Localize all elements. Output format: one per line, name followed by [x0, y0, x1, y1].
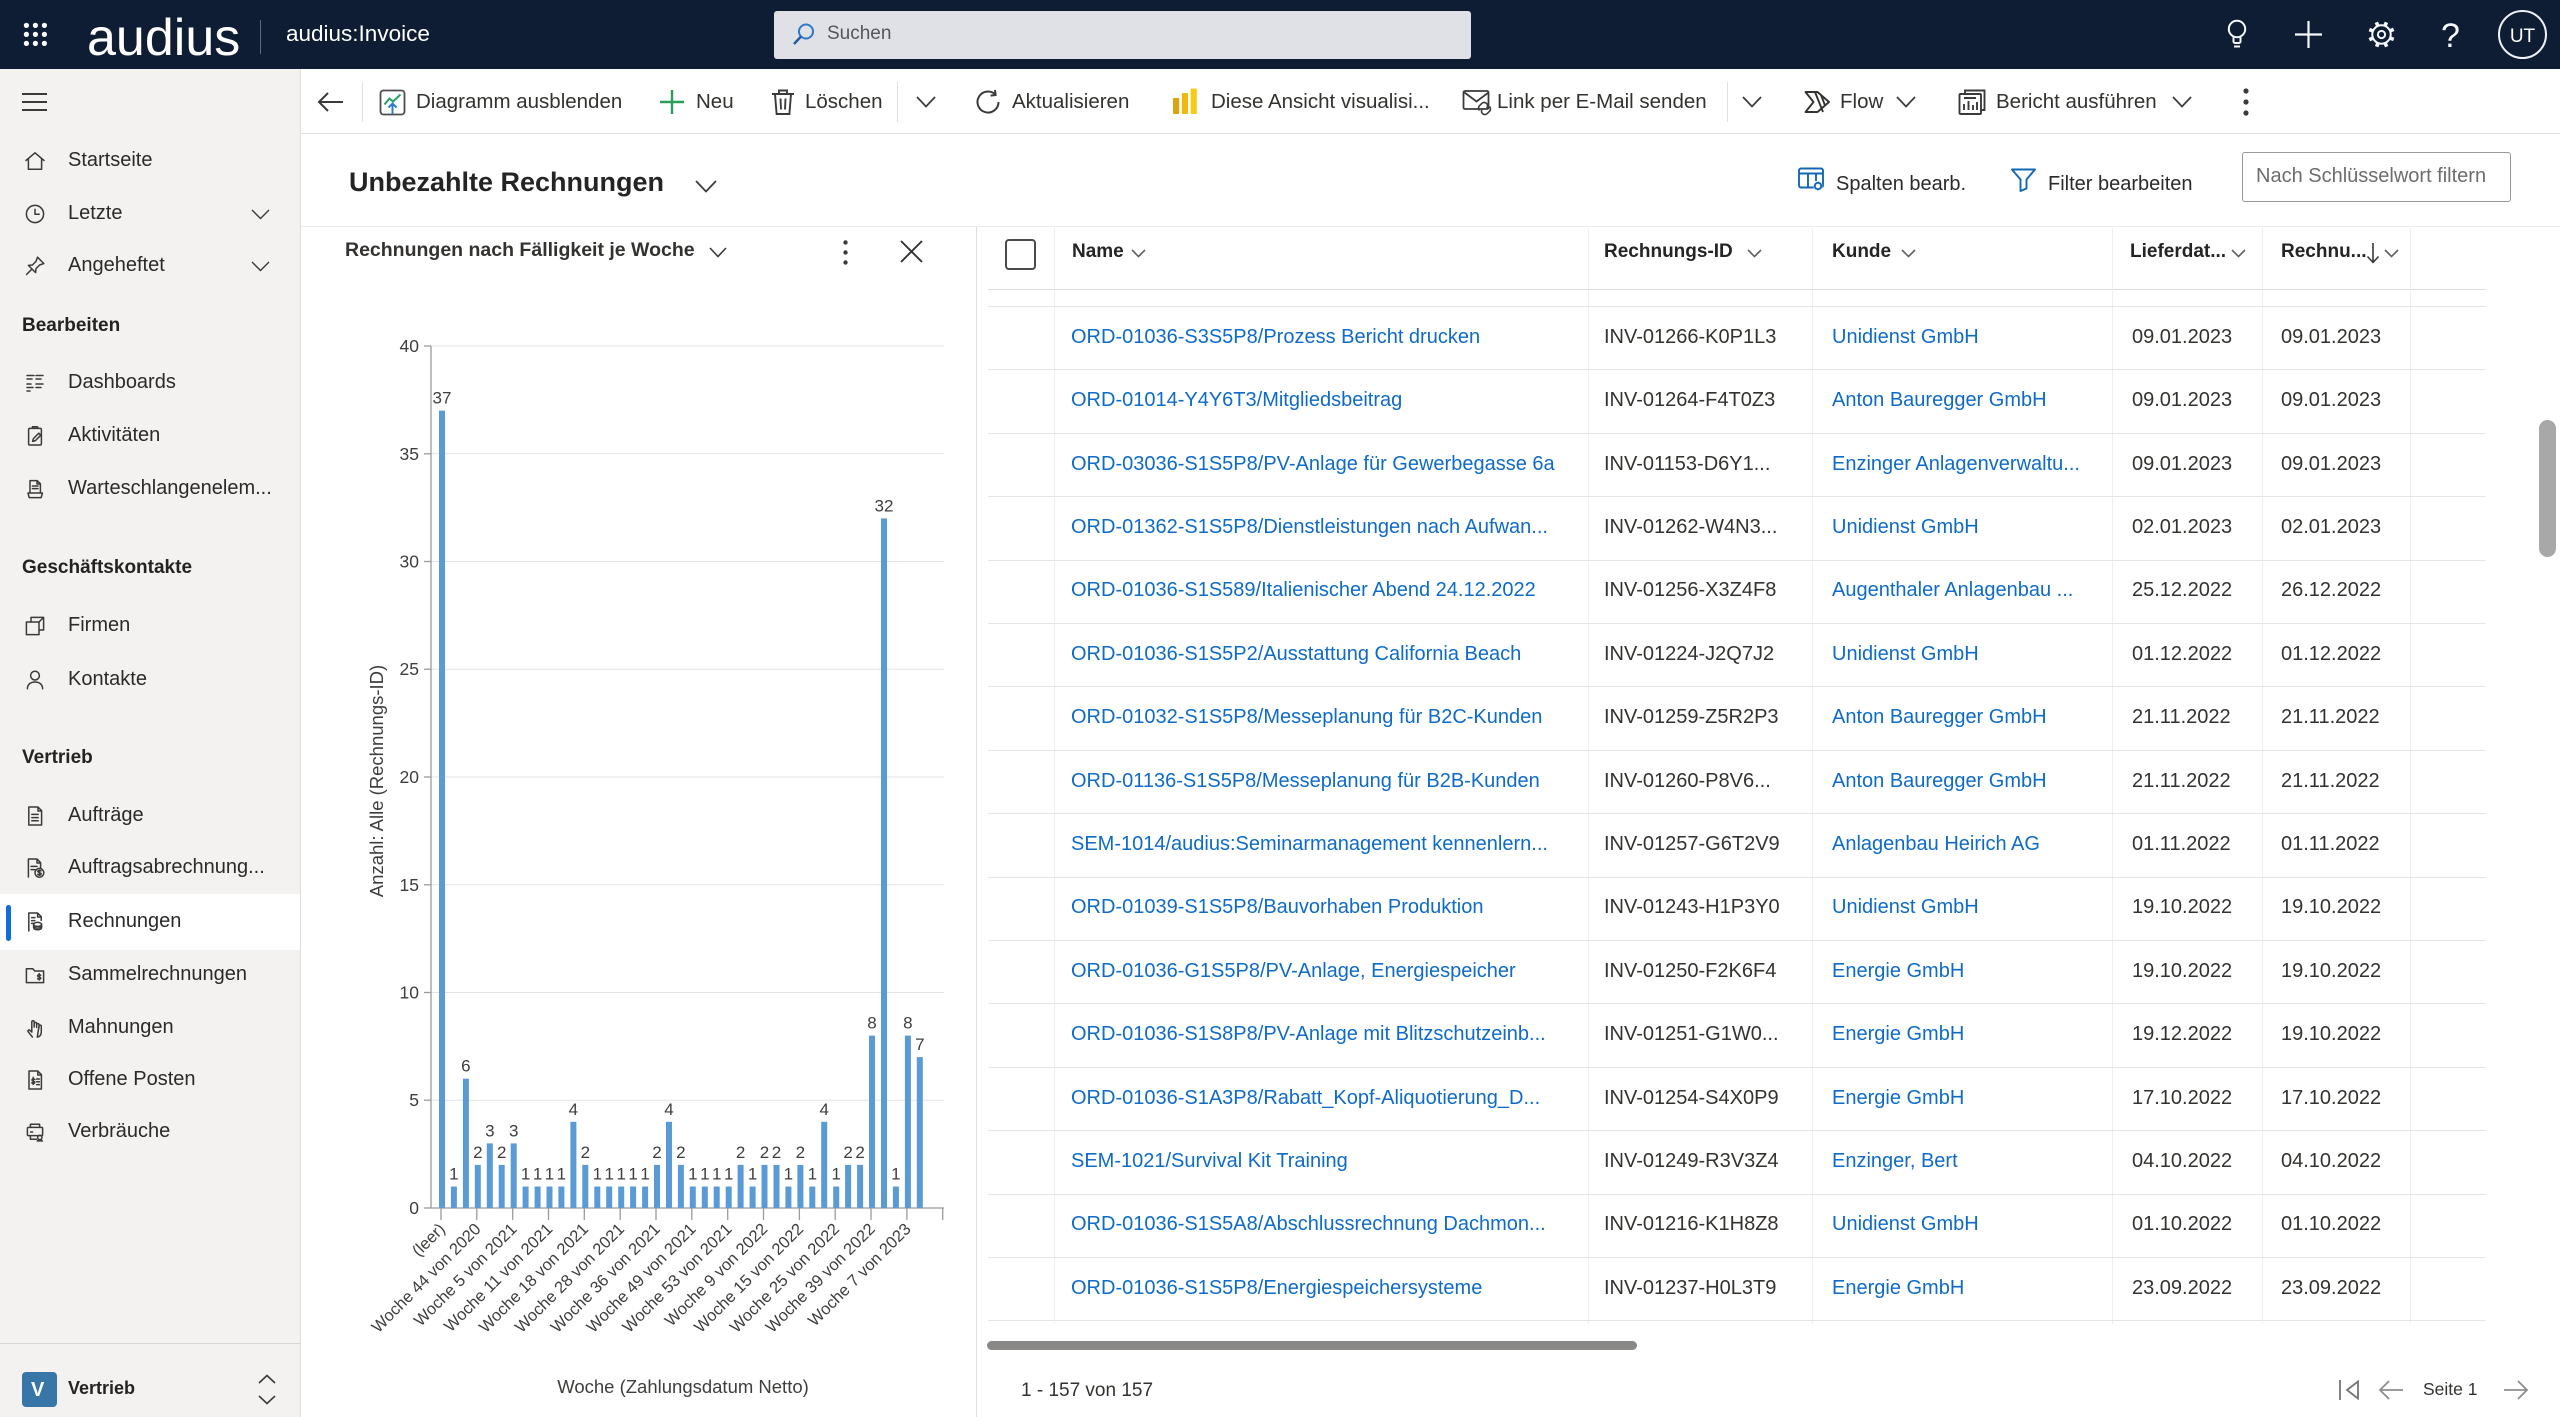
- svg-text:6: 6: [461, 1057, 470, 1076]
- svg-text:2: 2: [652, 1143, 661, 1162]
- svg-text:Woche (Zahlungsdatum Netto): Woche (Zahlungsdatum Netto): [557, 1376, 809, 1397]
- svg-text:1: 1: [700, 1165, 709, 1184]
- svg-text:1: 1: [604, 1165, 613, 1184]
- svg-text:1: 1: [831, 1165, 840, 1184]
- svg-text:7: 7: [915, 1035, 924, 1054]
- svg-text:2: 2: [473, 1143, 482, 1162]
- svg-text:8: 8: [867, 1014, 876, 1033]
- svg-text:4: 4: [569, 1100, 578, 1119]
- svg-text:15: 15: [400, 875, 419, 895]
- svg-text:1: 1: [616, 1165, 625, 1184]
- svg-text:2: 2: [760, 1143, 769, 1162]
- svg-text:1: 1: [712, 1165, 721, 1184]
- svg-text:2: 2: [796, 1143, 805, 1162]
- svg-text:30: 30: [400, 552, 420, 572]
- svg-text:2: 2: [843, 1143, 852, 1162]
- svg-text:2: 2: [772, 1143, 781, 1162]
- svg-text:32: 32: [875, 496, 894, 515]
- svg-text:1: 1: [784, 1165, 793, 1184]
- svg-text:1: 1: [808, 1165, 817, 1184]
- svg-text:10: 10: [400, 983, 420, 1003]
- svg-text:2: 2: [676, 1143, 685, 1162]
- svg-text:1: 1: [521, 1165, 530, 1184]
- svg-text:20: 20: [400, 767, 420, 787]
- svg-text:25: 25: [400, 659, 419, 679]
- svg-text:37: 37: [433, 389, 452, 408]
- svg-text:1: 1: [628, 1165, 637, 1184]
- svg-text:4: 4: [819, 1100, 828, 1119]
- svg-text:1: 1: [640, 1165, 649, 1184]
- svg-text:5: 5: [409, 1090, 419, 1110]
- svg-text:1: 1: [724, 1165, 733, 1184]
- svg-text:0: 0: [409, 1198, 419, 1218]
- svg-text:8: 8: [903, 1014, 912, 1033]
- svg-text:Anzahl: Alle (Rechnungs-ID): Anzahl: Alle (Rechnungs-ID): [366, 665, 387, 897]
- svg-text:UT: UT: [2510, 26, 2536, 47]
- svg-text:1: 1: [533, 1165, 542, 1184]
- svg-text:1: 1: [891, 1165, 900, 1184]
- svg-text:1: 1: [688, 1165, 697, 1184]
- svg-text:2: 2: [497, 1143, 506, 1162]
- svg-text:2: 2: [736, 1143, 745, 1162]
- svg-text:2: 2: [855, 1143, 864, 1162]
- svg-text:1: 1: [557, 1165, 566, 1184]
- svg-text:4: 4: [664, 1100, 673, 1119]
- svg-text:3: 3: [509, 1121, 518, 1140]
- svg-text:3: 3: [485, 1121, 494, 1140]
- svg-text:1: 1: [545, 1165, 554, 1184]
- svg-text:40: 40: [400, 336, 420, 356]
- svg-text:1: 1: [748, 1165, 757, 1184]
- svg-text:1: 1: [449, 1165, 458, 1184]
- svg-text:35: 35: [400, 444, 419, 464]
- svg-text:1: 1: [593, 1165, 602, 1184]
- svg-text:2: 2: [581, 1143, 590, 1162]
